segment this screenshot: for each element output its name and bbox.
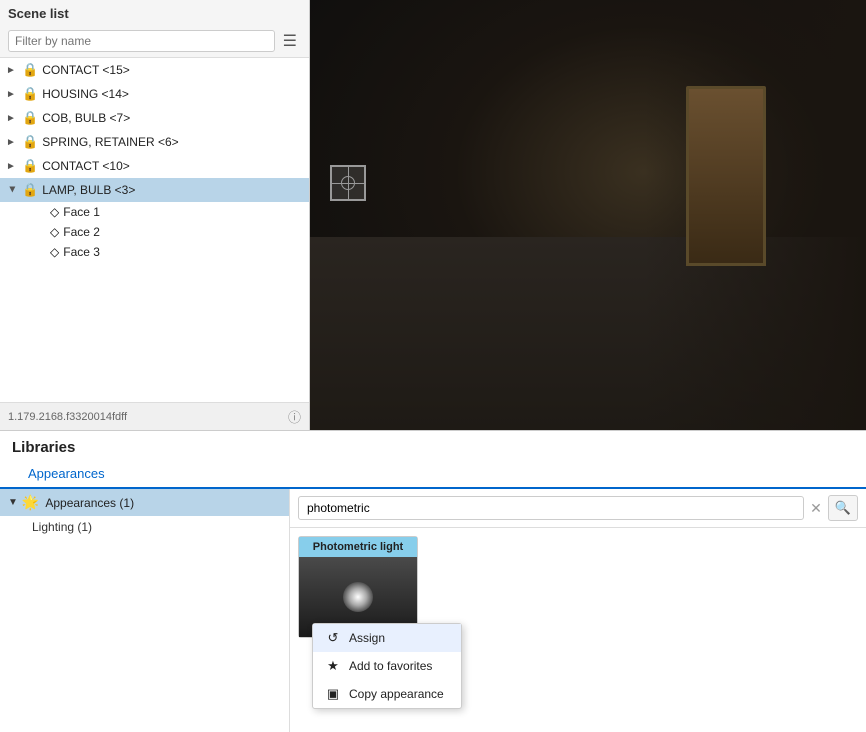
target-icon[interactable]: [330, 165, 366, 201]
tree-arrow: ►: [6, 161, 18, 172]
context-menu-assign-label: Assign: [349, 631, 385, 645]
tree-icon: 🔒: [22, 86, 38, 102]
tree-label: Face 1: [63, 205, 100, 219]
photometric-card-title: Photometric light: [299, 537, 417, 557]
lib-content-area: Photometric light ↺ Assign ★ Add to favo…: [290, 528, 866, 732]
context-menu-favorites[interactable]: ★ Add to favorites: [313, 652, 461, 680]
lib-search-input[interactable]: [298, 496, 804, 520]
tree-icon: 🔒: [22, 134, 38, 150]
face-icon: ◇: [50, 205, 59, 219]
tree-icon: 🔒: [22, 62, 38, 78]
libraries-title: Libraries: [0, 431, 866, 460]
tree-arrow-expanded: ►: [7, 184, 18, 196]
scene-tree: ► 🔒 CONTACT <15> ► 🔒 HOUSING <14> ► 🔒 CO…: [0, 57, 309, 402]
tree-item-lamp-bulb-3[interactable]: ► 🔒 LAMP, BULB <3>: [0, 178, 309, 202]
tree-item-contact-10[interactable]: ► 🔒 CONTACT <10>: [0, 154, 309, 178]
tree-icon: 🔒: [22, 110, 38, 126]
face-icon: ◇: [50, 225, 59, 239]
photometric-light-spot: [343, 582, 373, 612]
scene-status-bar: 1.179.2168.f3320014fdff ⓘ: [0, 402, 309, 430]
lib-sidebar-appearances[interactable]: ▼ 🌟 Appearances (1): [0, 489, 289, 516]
tree-item-face1[interactable]: ◇ Face 1: [46, 202, 309, 222]
target-circle: [341, 176, 355, 190]
lib-sidebar: ▼ 🌟 Appearances (1) Lighting (1): [0, 489, 290, 732]
libraries-panel: Libraries Appearances ▼ 🌟 Appearances (1…: [0, 430, 866, 732]
context-menu-copy[interactable]: ▣ Copy appearance: [313, 680, 461, 708]
tree-label: HOUSING <14>: [42, 87, 129, 101]
tree-arrow: ►: [6, 65, 18, 76]
scene-filter-input[interactable]: [8, 30, 275, 52]
scene-panel-title: Scene list: [0, 0, 309, 25]
scene-menu-icon[interactable]: ☰: [279, 29, 301, 53]
cursor-icon: ↺: [325, 630, 341, 646]
tree-item-spring-retainer-6[interactable]: ► 🔒 SPRING, RETAINER <6>: [0, 130, 309, 154]
tree-label: Face 2: [63, 225, 100, 239]
tree-item-contact-15[interactable]: ► 🔒 CONTACT <15>: [0, 58, 309, 82]
context-menu-copy-label: Copy appearance: [349, 687, 444, 701]
tree-label: SPRING, RETAINER <6>: [42, 135, 178, 149]
tree-arrow: ►: [6, 137, 18, 148]
appearances-icon: 🌟: [22, 494, 39, 511]
scene-filter-row: ☰: [0, 25, 309, 57]
lib-search-button[interactable]: 🔍: [828, 495, 858, 521]
viewport-background: [310, 0, 866, 430]
tree-label: LAMP, BULB <3>: [42, 183, 135, 197]
appearances-label: Appearances (1): [45, 496, 134, 510]
libraries-content: ▼ 🌟 Appearances (1) Lighting (1) ✕ 🔍 Pho…: [0, 489, 866, 732]
tree-item-housing-14[interactable]: ► 🔒 HOUSING <14>: [0, 82, 309, 106]
lib-clear-button[interactable]: ✕: [808, 498, 824, 519]
tab-appearances[interactable]: Appearances: [12, 460, 121, 489]
tree-label: CONTACT <10>: [42, 159, 130, 173]
context-menu-favorites-label: Add to favorites: [349, 659, 432, 673]
tree-icon: 🔒: [22, 182, 38, 198]
libraries-tabs: Appearances: [0, 460, 866, 489]
tree-label: CONTACT <15>: [42, 63, 130, 77]
lib-search-bar: ✕ 🔍: [290, 489, 866, 528]
tree-label: Face 3: [63, 245, 100, 259]
viewport: [310, 0, 866, 430]
tree-children: ◇ Face 1 ◇ Face 2 ◇ Face 3: [0, 202, 309, 262]
context-menu-assign[interactable]: ↺ Assign: [313, 624, 461, 652]
tree-item-face3[interactable]: ◇ Face 3: [46, 242, 309, 262]
help-icon[interactable]: ⓘ: [288, 407, 301, 426]
tree-arrow: ►: [6, 113, 18, 124]
expand-arrow-icon: ▼: [8, 497, 18, 508]
tree-arrow: ►: [6, 89, 18, 100]
lib-main: ✕ 🔍 Photometric light ↺ Assign: [290, 489, 866, 732]
tree-label: COB, BULB <7>: [42, 111, 130, 125]
scene-status-text: 1.179.2168.f3320014fdff: [8, 411, 127, 423]
tree-item-face2[interactable]: ◇ Face 2: [46, 222, 309, 242]
context-menu: ↺ Assign ★ Add to favorites ▣ Copy appea…: [312, 623, 462, 709]
lib-sidebar-lighting[interactable]: Lighting (1): [0, 516, 289, 538]
star-icon: ★: [325, 658, 341, 674]
tree-item-cob-bulb-7[interactable]: ► 🔒 COB, BULB <7>: [0, 106, 309, 130]
face-icon: ◇: [50, 245, 59, 259]
tree-icon: 🔒: [22, 158, 38, 174]
scene-panel: Scene list ☰ ► 🔒 CONTACT <15> ► 🔒 HOUSIN…: [0, 0, 310, 430]
door-frame: [686, 86, 766, 266]
copy-icon: ▣: [325, 686, 341, 702]
